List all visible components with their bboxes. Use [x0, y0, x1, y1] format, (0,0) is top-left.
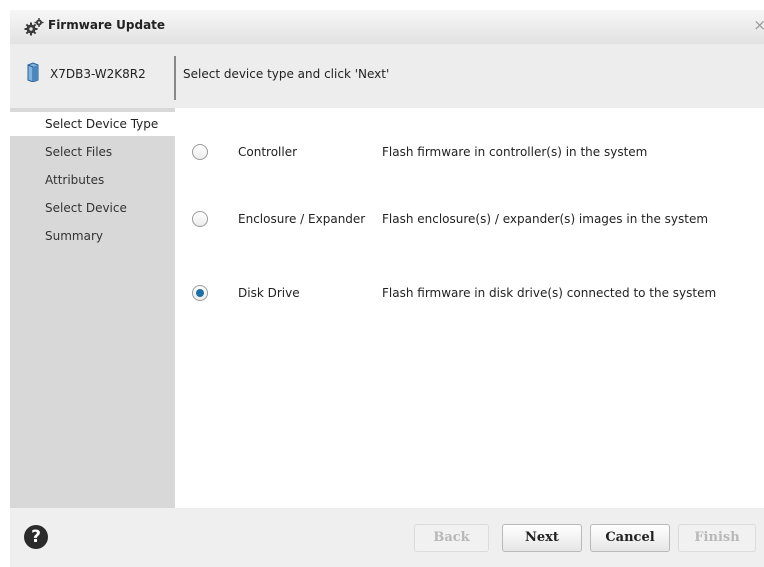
title-bar: Firmware Update × — [10, 10, 764, 45]
option-name: Disk Drive — [238, 286, 300, 300]
next-button[interactable]: Next — [502, 524, 582, 552]
close-icon[interactable]: × — [753, 16, 764, 34]
instruction-text: Select device type and click 'Next' — [183, 67, 390, 81]
cancel-button[interactable]: Cancel — [590, 524, 670, 552]
option-controller[interactable]: Controller Flash firmware in controller(… — [175, 141, 764, 165]
device-name: X7DB3-W2K8R2 — [50, 67, 146, 81]
back-button[interactable]: Back — [414, 524, 489, 552]
option-enclosure-expander[interactable]: Enclosure / Expander Flash enclosure(s) … — [175, 208, 764, 232]
gears-icon — [24, 18, 44, 39]
finish-button[interactable]: Finish — [678, 524, 756, 552]
step-attributes[interactable]: Attributes — [10, 168, 175, 192]
device-header: X7DB3-W2K8R2 Select device type and clic… — [10, 44, 764, 108]
enclosure-expander-radio[interactable] — [192, 211, 208, 227]
window-title: Firmware Update — [48, 18, 166, 32]
option-name: Controller — [238, 145, 298, 159]
option-disk-drive[interactable]: Disk Drive Flash firmware in disk drive(… — [175, 282, 764, 306]
header-divider — [174, 56, 176, 100]
option-name: Enclosure / Expander — [238, 212, 366, 226]
step-summary[interactable]: Summary — [10, 224, 175, 248]
wizard-steps: Select Device Type Select Files Attribut… — [10, 108, 175, 508]
step-select-device-type[interactable]: Select Device Type — [10, 112, 175, 136]
server-icon — [26, 62, 40, 85]
device-type-panel: Controller Flash firmware in controller(… — [175, 108, 764, 508]
help-icon[interactable]: ? — [24, 525, 48, 549]
footer-bar: ? Back Next Cancel Finish — [10, 508, 764, 567]
step-select-files[interactable]: Select Files — [10, 140, 175, 164]
controller-radio[interactable] — [192, 144, 208, 160]
option-description: Flash firmware in controller(s) in the s… — [382, 145, 648, 159]
radio-selected-dot — [196, 289, 204, 297]
disk-drive-radio[interactable] — [192, 285, 208, 301]
step-select-device[interactable]: Select Device — [10, 196, 175, 220]
option-description: Flash firmware in disk drive(s) connecte… — [382, 286, 717, 300]
option-description: Flash enclosure(s) / expander(s) images … — [382, 212, 709, 226]
